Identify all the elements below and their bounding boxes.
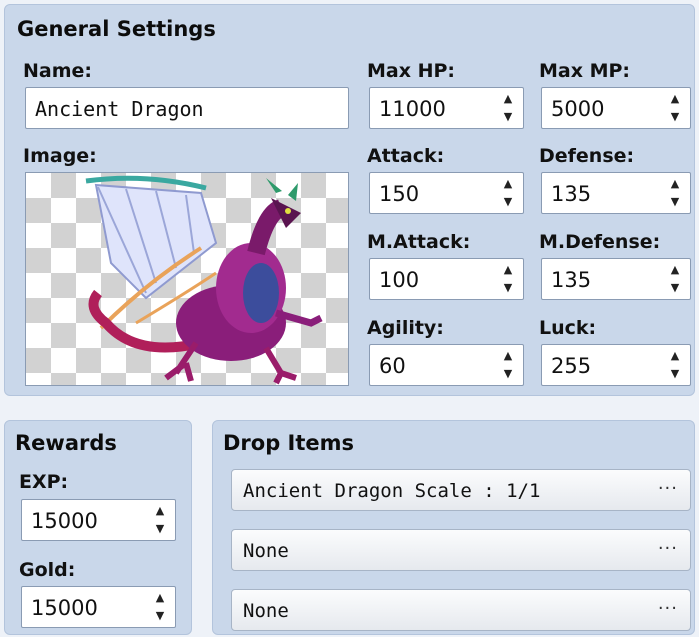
drop-item-1-label: Ancient Dragon Scale : 1/1 [243,480,541,502]
name-value: Ancient Dragon [35,97,204,121]
attack-label: Attack: [367,145,445,167]
luck-label: Luck: [539,317,597,339]
max-mp-value: 5000 [551,97,605,121]
drop-items-panel: Drop Items Ancient Dragon Scale : 1/1 ··… [212,420,695,635]
m-attack-field[interactable]: 100 ▲ ▼ [369,258,524,300]
general-settings-title: General Settings [17,17,216,41]
spin-up-icon[interactable]: ▲ [156,591,164,605]
gold-spinner[interactable]: ▲ ▼ [153,591,167,623]
max-hp-field[interactable]: 11000 ▲ ▼ [369,87,524,129]
spin-up-icon[interactable]: ▲ [671,92,679,106]
m-defense-value: 135 [551,268,592,292]
ellipsis-icon: ··· [657,598,678,619]
gold-label: Gold: [19,559,76,581]
enemy-image-box[interactable] [25,172,349,386]
exp-value: 15000 [31,509,98,533]
drop-item-3-label: None [243,600,289,622]
drop-item-2-button[interactable]: None ··· [231,529,691,571]
luck-value: 255 [551,354,592,378]
attack-field[interactable]: 150 ▲ ▼ [369,172,524,214]
defense-value: 135 [551,182,592,206]
rewards-title: Rewards [15,431,117,455]
agility-value: 60 [379,354,406,378]
spin-down-icon[interactable]: ▼ [504,110,512,124]
spin-up-icon[interactable]: ▲ [504,349,512,363]
m-defense-field[interactable]: 135 ▲ ▼ [541,258,691,300]
agility-label: Agility: [367,317,444,339]
name-label: Name: [23,60,93,82]
general-settings-panel: General Settings Name: Ancient Dragon Im… [4,4,695,396]
spin-down-icon[interactable]: ▼ [504,195,512,209]
defense-label: Defense: [539,145,635,167]
m-attack-spinner[interactable]: ▲ ▼ [501,263,515,295]
defense-field[interactable]: 135 ▲ ▼ [541,172,691,214]
max-mp-field[interactable]: 5000 ▲ ▼ [541,87,691,129]
luck-spinner[interactable]: ▲ ▼ [668,349,682,381]
spin-down-icon[interactable]: ▼ [156,522,164,536]
drop-item-2-label: None [243,540,289,562]
exp-field[interactable]: 15000 ▲ ▼ [21,499,176,541]
ellipsis-icon: ··· [657,538,678,559]
max-mp-spinner[interactable]: ▲ ▼ [668,92,682,124]
spin-up-icon[interactable]: ▲ [671,349,679,363]
max-hp-label: Max HP: [367,60,456,82]
dragon-image [85,175,323,385]
rewards-panel: Rewards EXP: 15000 ▲ ▼ Gold: 15000 ▲ ▼ [4,420,192,635]
m-attack-value: 100 [379,268,420,292]
exp-label: EXP: [19,471,69,493]
spin-down-icon[interactable]: ▼ [671,367,679,381]
spin-up-icon[interactable]: ▲ [504,263,512,277]
spin-down-icon[interactable]: ▼ [671,281,679,295]
spin-down-icon[interactable]: ▼ [504,281,512,295]
spin-down-icon[interactable]: ▼ [156,609,164,623]
gold-field[interactable]: 15000 ▲ ▼ [21,586,176,628]
spin-up-icon[interactable]: ▲ [504,177,512,191]
max-hp-spinner[interactable]: ▲ ▼ [501,92,515,124]
image-label: Image: [23,145,97,167]
spin-up-icon[interactable]: ▲ [156,504,164,518]
drop-items-title: Drop Items [223,431,355,455]
spin-up-icon[interactable]: ▲ [504,92,512,106]
m-attack-label: M.Attack: [367,231,471,253]
m-defense-label: M.Defense: [539,231,661,253]
attack-spinner[interactable]: ▲ ▼ [501,177,515,209]
ellipsis-icon: ··· [657,478,678,499]
m-defense-spinner[interactable]: ▲ ▼ [668,263,682,295]
drop-item-1-button[interactable]: Ancient Dragon Scale : 1/1 ··· [231,469,691,511]
spin-up-icon[interactable]: ▲ [671,263,679,277]
luck-field[interactable]: 255 ▲ ▼ [541,344,691,386]
exp-spinner[interactable]: ▲ ▼ [153,504,167,536]
agility-spinner[interactable]: ▲ ▼ [501,349,515,381]
spin-down-icon[interactable]: ▼ [504,367,512,381]
name-field[interactable]: Ancient Dragon [25,87,349,129]
defense-spinner[interactable]: ▲ ▼ [668,177,682,209]
max-hp-value: 11000 [379,97,446,121]
attack-value: 150 [379,182,420,206]
spin-down-icon[interactable]: ▼ [671,110,679,124]
spin-down-icon[interactable]: ▼ [671,195,679,209]
max-mp-label: Max MP: [539,60,631,82]
spin-up-icon[interactable]: ▲ [671,177,679,191]
drop-item-3-button[interactable]: None ··· [231,589,691,631]
gold-value: 15000 [31,596,98,620]
agility-field[interactable]: 60 ▲ ▼ [369,344,524,386]
